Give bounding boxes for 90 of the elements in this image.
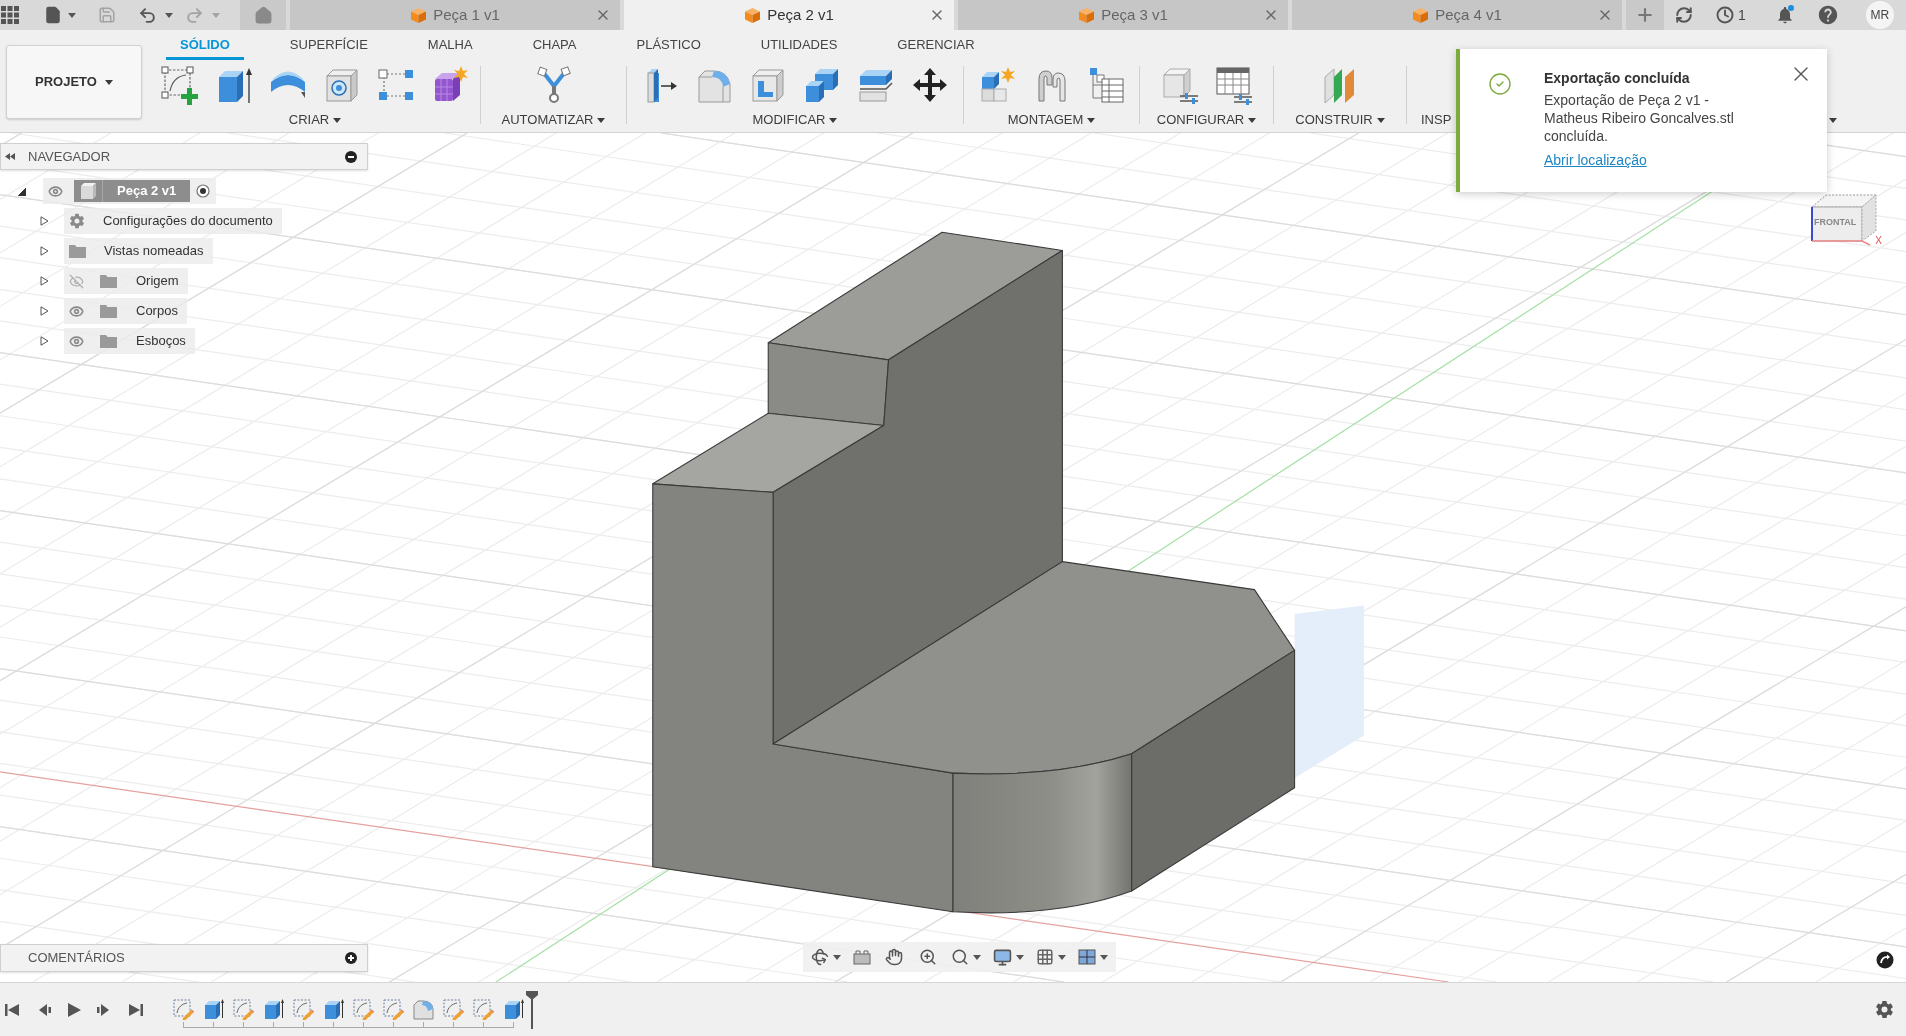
caret-icon <box>1829 118 1837 123</box>
eye-icon[interactable] <box>69 333 84 349</box>
ribbon-tab[interactable]: SUPERFÍCIE <box>275 33 382 60</box>
caret-icon <box>833 954 841 960</box>
caret-icon <box>68 12 76 18</box>
radio-icon[interactable] <box>196 184 211 198</box>
cube-icon <box>744 6 762 24</box>
search-icon[interactable] <box>951 948 969 966</box>
apps-grid-icon[interactable] <box>1 6 19 24</box>
minus-circle-icon[interactable] <box>345 150 357 163</box>
settings-icon[interactable] <box>1875 1000 1894 1019</box>
comments-title: COMENTÁRIOS <box>28 949 125 968</box>
cube-icon <box>410 6 428 24</box>
caret-icon <box>1058 954 1066 960</box>
file-icon[interactable] <box>44 6 62 24</box>
caret-icon <box>104 79 113 85</box>
caret-icon <box>1016 954 1024 960</box>
caret-icon <box>165 12 173 18</box>
tray-box-icon[interactable] <box>853 949 871 965</box>
expand-toggle[interactable] <box>40 276 49 286</box>
job-count: 1 <box>1738 5 1746 25</box>
tree-item[interactable]: Origem <box>64 268 188 294</box>
split-view-icon[interactable] <box>1078 949 1096 965</box>
refresh-icon[interactable] <box>1675 6 1693 24</box>
cube-icon <box>1078 6 1096 24</box>
group-menu-button[interactable]: CRIAR <box>288 111 342 129</box>
cube-face-label: FRONTAL <box>1814 218 1857 227</box>
group-menu-button[interactable]: CONFIGURAR <box>1156 111 1257 129</box>
plus-circle-icon[interactable] <box>345 952 357 964</box>
folder-icon <box>100 304 117 318</box>
axis-label: X <box>1875 236 1882 246</box>
orbit-icon[interactable] <box>811 948 829 966</box>
add-tab-icon[interactable] <box>1635 5 1655 25</box>
eye-icon[interactable] <box>48 183 63 199</box>
box-arrow-icon[interactable] <box>322 997 344 1020</box>
skip-start-icon[interactable] <box>4 1001 20 1018</box>
eye-icon[interactable] <box>69 303 84 319</box>
expand-toggle[interactable] <box>17 186 26 196</box>
ribbon-tab[interactable]: MALHA <box>413 33 487 60</box>
pan-hand-icon[interactable] <box>885 948 903 966</box>
monitor-icon[interactable] <box>993 947 1012 967</box>
expand-toggle[interactable] <box>40 306 49 316</box>
part-icon <box>79 183 97 199</box>
folder-icon <box>69 244 86 258</box>
group-menu-button[interactable]: CONSTRUIR <box>1295 111 1385 129</box>
group-menu-button[interactable]: MODIFICAR <box>752 111 838 129</box>
box-arrow-icon[interactable] <box>262 997 284 1020</box>
expand-toggle[interactable] <box>40 216 49 226</box>
expand-toggle[interactable] <box>40 246 49 256</box>
user-avatar[interactable]: MR <box>1865 1 1894 29</box>
check-circle-icon <box>1488 72 1512 96</box>
tree-item[interactable]: Configurações do documento <box>64 208 282 234</box>
group-menu-button[interactable]: AUTOMATIZAR <box>501 111 606 129</box>
zoom-in-icon[interactable] <box>919 948 937 966</box>
tree-item[interactable]: Vistas nomeadas <box>64 238 213 264</box>
expand-toggle[interactable] <box>40 336 49 346</box>
gear-icon <box>69 213 85 229</box>
caret-icon <box>1100 954 1108 960</box>
ribbon-tab[interactable]: UTILIDADES <box>746 33 852 60</box>
project-button[interactable]: PROJETO <box>6 45 142 119</box>
document-tab[interactable]: Peça 2 v1 <box>624 0 954 30</box>
table-sliders-icon[interactable] <box>1213 65 1254 105</box>
ribbon-tab[interactable]: CHAPA <box>518 33 591 60</box>
folder-icon <box>100 274 117 288</box>
timeline-marker[interactable] <box>526 990 538 1029</box>
folder-icon <box>100 334 117 348</box>
skip-end-icon[interactable] <box>128 1001 144 1018</box>
tree-root-label: Peça 2 v1 <box>117 182 177 201</box>
collapse-icon[interactable] <box>5 153 15 160</box>
caret-icon <box>212 12 220 18</box>
help-icon[interactable] <box>1816 4 1839 26</box>
open-location-link[interactable]: Abrir localização <box>1544 151 1647 169</box>
navigator-title: NAVEGADOR <box>28 147 111 166</box>
play-icon[interactable] <box>66 1001 82 1018</box>
box-arrow-icon[interactable] <box>202 997 224 1020</box>
group-menu-button[interactable]: MONTAGEM <box>1007 111 1096 129</box>
clock-icon[interactable] <box>1716 6 1734 24</box>
ribbon-tab[interactable]: GERENCIAR <box>883 33 989 60</box>
group-menu-button[interactable]: INSP <box>1421 111 1452 129</box>
notification-message: Exportação de Peça 2 v1 - Matheus Ribeiro Goncalves.stl concluída. <box>1544 91 1735 145</box>
box-arrow-icon[interactable] <box>502 997 524 1020</box>
grid-icon[interactable] <box>1036 948 1054 966</box>
undo-icon[interactable] <box>138 5 157 25</box>
tree-item[interactable]: Corpos <box>64 298 187 324</box>
sketch-plus-icon[interactable] <box>160 65 200 105</box>
caret-icon <box>973 954 981 960</box>
tree-item[interactable]: Esboços <box>64 328 195 354</box>
ribbon-tab[interactable]: PLÁSTICO <box>622 33 715 60</box>
notification-title: Exportação concluída <box>1544 69 1690 87</box>
cube-icon <box>1412 6 1430 24</box>
